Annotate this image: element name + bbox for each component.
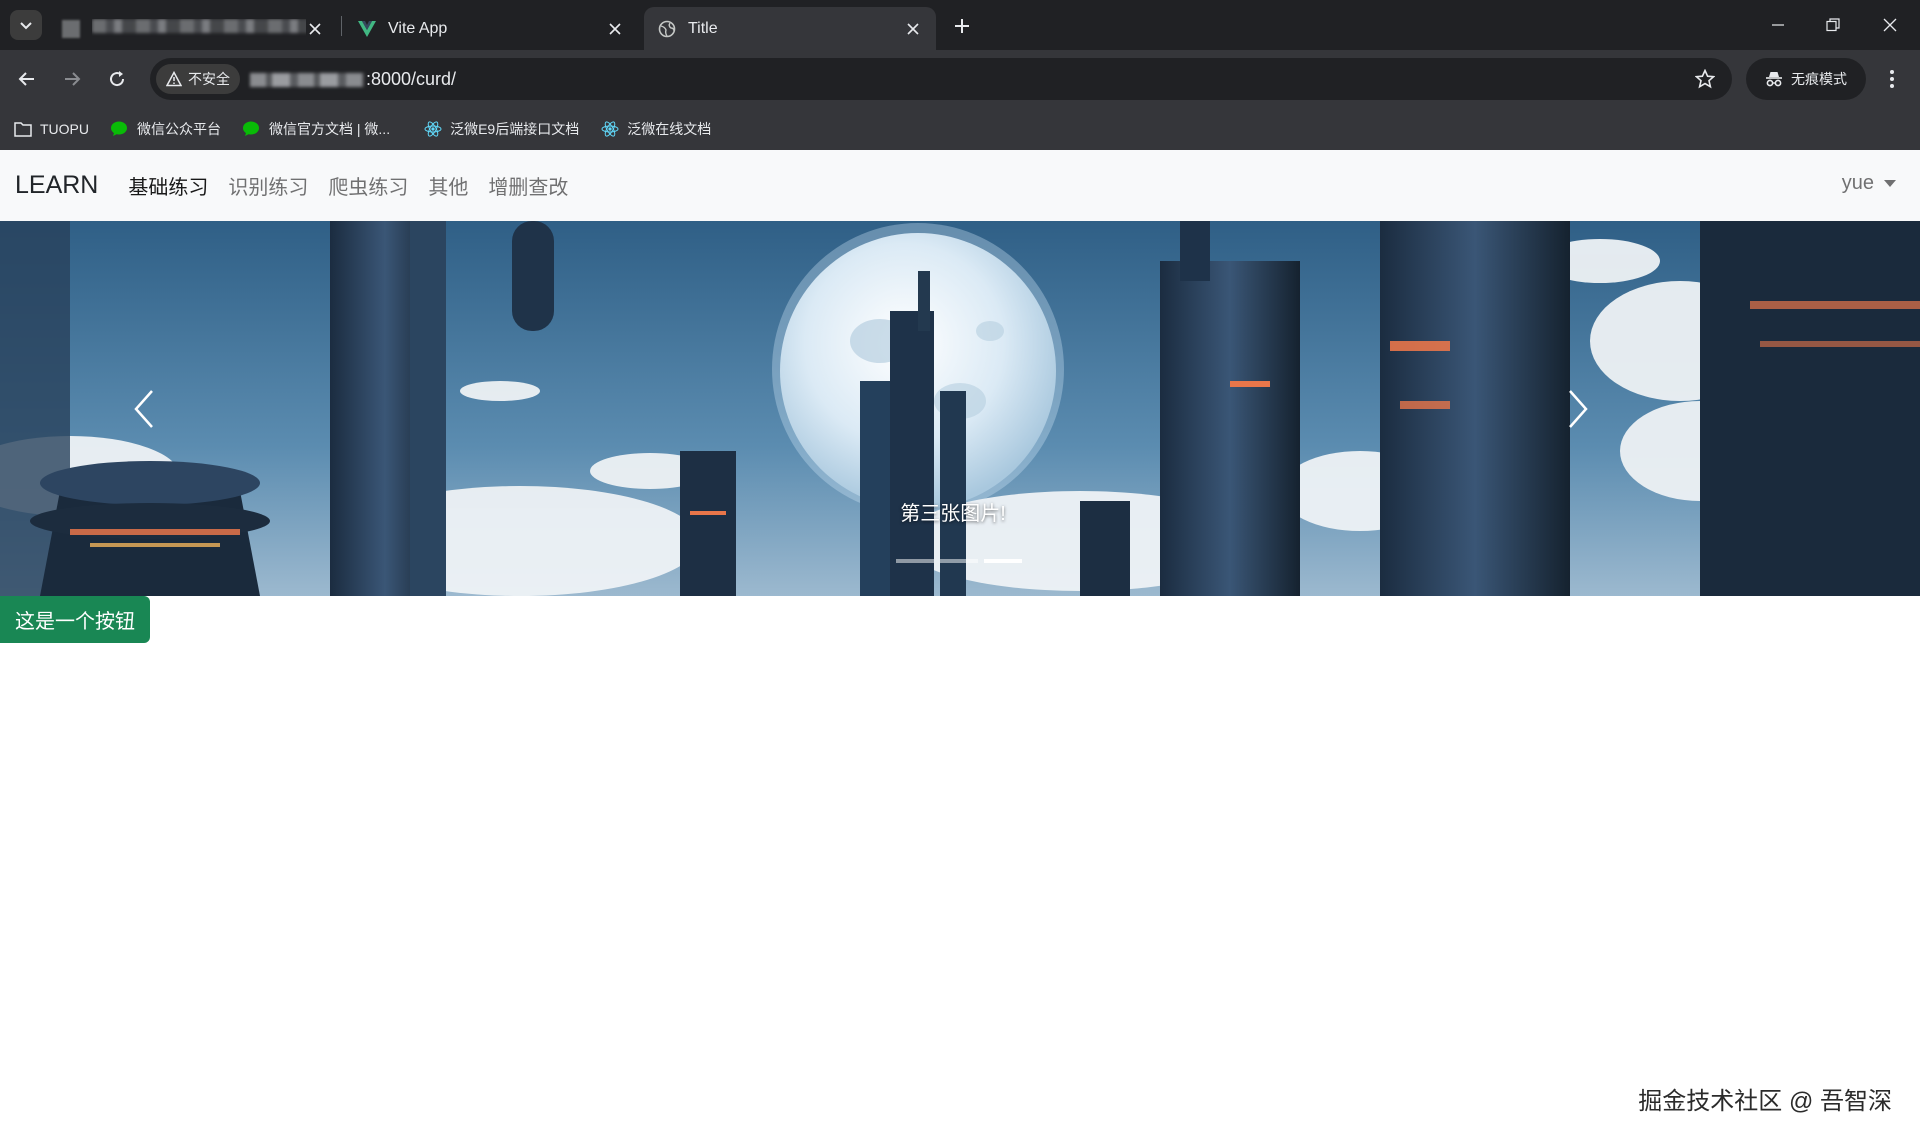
address-bar[interactable]: 不安全 :8000/curd/ xyxy=(150,58,1732,100)
browser-tab-1[interactable] xyxy=(48,7,338,50)
security-chip[interactable]: 不安全 xyxy=(156,64,240,94)
chevron-down-icon xyxy=(20,22,32,30)
caret-down-icon xyxy=(1884,180,1896,187)
carousel-next-button[interactable] xyxy=(1448,221,1708,596)
carousel-indicators xyxy=(896,559,1028,563)
browser-toolbar: 不安全 :8000/curd/ 无痕模式 xyxy=(0,50,1920,108)
close-icon[interactable] xyxy=(306,20,324,38)
user-name: yue xyxy=(1841,172,1874,194)
bookmarks-bar: TUOPU 微信公众平台 微信官方文档 | 微... 泛微E9后端接口文档 泛微… xyxy=(0,108,1920,150)
reload-icon xyxy=(110,71,125,87)
incognito-icon xyxy=(1766,72,1782,87)
user-dropdown[interactable]: yue xyxy=(1842,172,1896,195)
url-text[interactable]: :8000/curd/ xyxy=(250,69,456,90)
globe-icon xyxy=(658,20,676,38)
primary-action-button[interactable]: 这是一个按钮 xyxy=(0,596,150,643)
minimize-button[interactable] xyxy=(1762,10,1794,40)
bookmark-wechat-docs[interactable]: 微信官方文档 | 微... xyxy=(243,119,390,139)
bookmark-label: TUOPU xyxy=(40,121,89,137)
more-vert-icon xyxy=(1890,70,1894,88)
arrow-left-icon xyxy=(18,72,34,86)
tab-separator xyxy=(341,16,342,36)
navbar-links: 基础练习 识别练习 爬虫练习 其他 增删查改 xyxy=(128,171,588,200)
watermark: 掘金技术社区 @ 吾智深 xyxy=(1638,1088,1892,1115)
chevron-right-icon xyxy=(1569,389,1588,428)
plus-icon xyxy=(955,19,969,33)
restore-icon xyxy=(1826,18,1840,32)
vue-logo-icon xyxy=(358,20,376,38)
bookmark-e9-api[interactable]: 泛微E9后端接口文档 xyxy=(424,119,579,139)
tab-title: Vite App xyxy=(388,19,448,37)
star-icon xyxy=(1695,69,1715,89)
site-navbar: LEARN 基础练习 识别练习 爬虫练习 其他 增删查改 yue xyxy=(0,150,1920,221)
nav-link-basic-practice[interactable]: 基础练习 xyxy=(128,171,208,200)
tab-title xyxy=(92,19,306,38)
blurred-host xyxy=(250,72,364,87)
react-icon xyxy=(424,120,442,138)
close-window-button[interactable] xyxy=(1874,10,1906,40)
bookmark-tuopu[interactable]: TUOPU xyxy=(14,120,89,138)
security-label: 不安全 xyxy=(188,71,230,87)
incognito-profile-button[interactable]: 无痕模式 xyxy=(1746,58,1866,100)
new-tab-button[interactable] xyxy=(948,12,976,40)
bookmark-star-button[interactable] xyxy=(1692,66,1718,92)
browser-tab-title-active[interactable]: Title xyxy=(644,7,936,50)
profile-label: 无痕模式 xyxy=(1791,71,1847,87)
nav-link-recognition-practice[interactable]: 识别练习 xyxy=(228,171,308,200)
bookmark-wechat-mp[interactable]: 微信公众平台 xyxy=(111,119,221,139)
browser-tabstrip: Vite App Title xyxy=(0,0,1920,50)
bookmark-label: 微信官方文档 | 微... xyxy=(269,121,391,137)
url-visible: :8000/curd/ xyxy=(366,69,457,89)
carousel-indicator-1[interactable] xyxy=(896,559,934,563)
nav-link-crawler-practice[interactable]: 爬虫练习 xyxy=(328,171,408,200)
tab-search-button[interactable] xyxy=(10,10,42,40)
minimize-icon xyxy=(1772,24,1784,26)
bookmark-label: 微信公众平台 xyxy=(137,121,221,137)
browser-menu-button[interactable] xyxy=(1876,63,1908,95)
bookmark-label: 泛微E9后端接口文档 xyxy=(450,121,580,137)
forward-button[interactable] xyxy=(56,63,88,95)
chevron-left-icon xyxy=(134,389,153,428)
carousel-prev-button[interactable] xyxy=(14,221,274,596)
nav-link-other[interactable]: 其他 xyxy=(428,171,468,200)
close-icon[interactable] xyxy=(606,20,624,38)
back-button[interactable] xyxy=(11,63,43,95)
react-icon xyxy=(601,120,619,138)
restore-button[interactable] xyxy=(1817,10,1849,40)
browser-tab-vite-app[interactable]: Vite App xyxy=(344,7,638,50)
close-icon xyxy=(1883,18,1897,32)
carousel-caption: 第三张图片! xyxy=(900,503,1006,525)
close-icon[interactable] xyxy=(904,20,922,38)
arrow-right-icon xyxy=(65,72,81,86)
carousel-indicator-3[interactable] xyxy=(984,559,1022,563)
warning-triangle-icon xyxy=(166,71,182,87)
bookmark-label: 泛微在线文档 xyxy=(627,121,712,137)
navbar-brand[interactable]: LEARN xyxy=(15,171,98,200)
wechat-icon xyxy=(243,120,261,138)
nav-link-crud[interactable]: 增删查改 xyxy=(488,171,568,200)
reload-button[interactable] xyxy=(101,63,133,95)
carousel-indicator-2[interactable] xyxy=(940,559,978,563)
bookmark-e9-online[interactable]: 泛微在线文档 xyxy=(601,119,711,139)
blurred-favicon-icon xyxy=(62,19,80,38)
wechat-icon xyxy=(111,120,129,138)
folder-icon xyxy=(14,120,32,138)
tab-title: Title xyxy=(688,19,718,37)
image-carousel: 第三张图片! xyxy=(0,221,1920,596)
